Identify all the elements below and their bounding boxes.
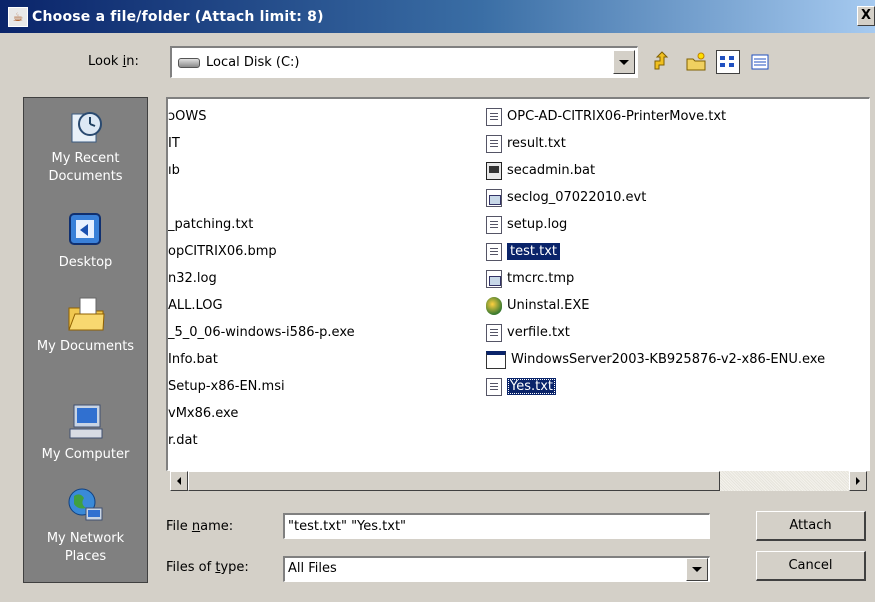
file-type-dropdown[interactable]: All Files: [283, 556, 710, 582]
list-item[interactable]: r.dat: [168, 427, 355, 454]
batch-file-icon: [486, 161, 502, 180]
text-file-icon: [486, 215, 502, 234]
place-label: My Documents: [36, 339, 135, 354]
list-item[interactable]: ıb: [168, 157, 355, 184]
list-item[interactable]: _patching.txt: [168, 211, 355, 238]
place-desktop[interactable]: Desktop: [24, 210, 147, 272]
my-documents-icon: [66, 294, 106, 334]
java-app-icon: ☕: [8, 6, 28, 27]
list-item-selected[interactable]: test.txt: [486, 238, 825, 265]
list-item[interactable]: Uninstal.EXE: [486, 292, 825, 319]
list-item[interactable]: IT: [168, 130, 355, 157]
scroll-left-button[interactable]: [170, 471, 188, 491]
file-list[interactable]: ᴐOWS IT ıb _patching.txt opCITRIX06.bmp …: [166, 97, 870, 471]
look-in-value: Local Disk (C:): [206, 55, 300, 70]
list-item[interactable]: OPC-AD-CITRIX06-PrinterMove.txt: [486, 103, 825, 130]
place-label: Documents: [48, 169, 123, 184]
text-file-icon: [486, 107, 502, 126]
up-folder-icon[interactable]: [650, 50, 674, 74]
installer-icon: [486, 296, 502, 315]
place-recent-documents[interactable]: My Recent Documents: [24, 106, 147, 186]
list-item[interactable]: _5_0_06-windows-i586-p.exe: [168, 319, 355, 346]
event-log-icon: [486, 188, 502, 207]
place-my-documents[interactable]: My Documents: [24, 294, 147, 356]
list-view-icon[interactable]: [716, 50, 740, 74]
new-folder-icon[interactable]: [684, 50, 708, 74]
recent-documents-icon: [66, 106, 106, 146]
list-item[interactable]: seclog_07022010.evt: [486, 184, 825, 211]
my-computer-icon: [66, 402, 106, 442]
chevron-down-icon[interactable]: [686, 558, 708, 581]
place-label: My Computer: [41, 447, 130, 462]
place-my-computer[interactable]: My Computer: [24, 402, 147, 464]
list-item-selected[interactable]: Yes.txt: [486, 373, 825, 400]
text-file-icon: [486, 242, 502, 261]
application-window-icon: [486, 350, 506, 369]
list-item[interactable]: WindowsServer2003-KB925876-v2-x86-ENU.ex…: [486, 346, 825, 373]
scrollbar-thumb[interactable]: [188, 471, 720, 491]
list-item[interactable]: secadmin.bat: [486, 157, 825, 184]
file-type-value: All Files: [288, 561, 337, 576]
title-bar: ☕ Choose a file/folder (Attach limit: 8)…: [0, 0, 875, 33]
hard-drive-icon: [178, 57, 200, 68]
file-name-input[interactable]: [283, 513, 710, 539]
temp-file-icon: [486, 269, 502, 288]
file-column-left: ᴐOWS IT ıb _patching.txt opCITRIX06.bmp …: [168, 103, 355, 454]
list-item[interactable]: Setup-x86-EN.msi: [168, 373, 355, 400]
file-type-label: Files of type:: [166, 560, 249, 575]
list-item[interactable]: opCITRIX06.bmp: [168, 238, 355, 265]
attach-button[interactable]: Attach: [756, 511, 866, 541]
text-file-icon: [486, 323, 502, 342]
list-item[interactable]: n32.log: [168, 265, 355, 292]
window-title: Choose a file/folder (Attach limit: 8): [32, 8, 324, 25]
details-view-icon[interactable]: [748, 50, 772, 74]
list-item[interactable]: setup.log: [486, 211, 825, 238]
list-item[interactable]: ᴐOWS: [168, 103, 355, 130]
list-item[interactable]: result.txt: [486, 130, 825, 157]
list-item[interactable]: Info.bat: [168, 346, 355, 373]
look-in-label: Look in:: [88, 54, 139, 69]
list-item[interactable]: ALL.LOG: [168, 292, 355, 319]
place-label: Desktop: [58, 255, 113, 270]
network-places-icon: [66, 486, 106, 526]
list-item[interactable]: verfile.txt: [486, 319, 825, 346]
place-network[interactable]: My Network Places: [24, 486, 147, 566]
text-file-icon: [486, 134, 502, 153]
place-label: My Network: [46, 531, 125, 546]
list-item[interactable]: [168, 184, 355, 211]
horizontal-scrollbar[interactable]: [170, 471, 867, 491]
places-bar: My Recent Documents Desktop My Documents…: [23, 97, 148, 583]
scroll-right-button[interactable]: [849, 471, 867, 491]
place-label: Places: [64, 549, 107, 564]
cancel-button[interactable]: Cancel: [756, 551, 866, 581]
close-button[interactable]: X: [857, 6, 875, 26]
list-item[interactable]: tmcrc.tmp: [486, 265, 825, 292]
text-file-icon: [486, 377, 502, 396]
file-name-label: File name:: [166, 519, 234, 534]
chevron-down-icon[interactable]: [613, 50, 635, 74]
list-item[interactable]: vMx86.exe: [168, 400, 355, 427]
desktop-icon: [66, 210, 106, 250]
look-in-dropdown[interactable]: Local Disk (C:): [170, 46, 638, 78]
file-column-right: OPC-AD-CITRIX06-PrinterMove.txt result.t…: [486, 103, 825, 400]
place-label: My Recent: [51, 151, 120, 166]
